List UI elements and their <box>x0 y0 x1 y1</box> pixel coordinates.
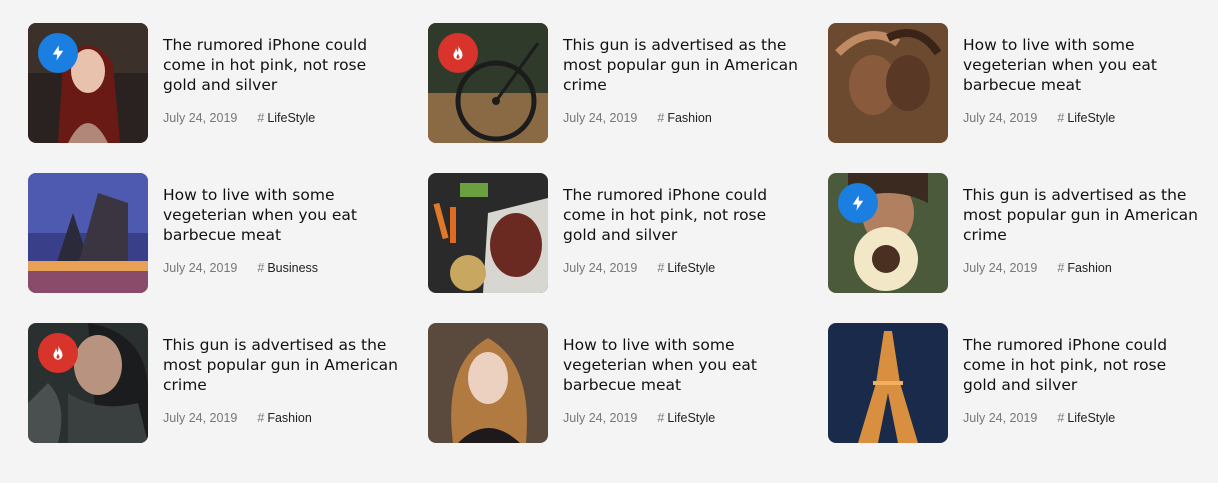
post-category: LifeStyle <box>1067 111 1116 125</box>
hash-icon: # <box>1057 411 1065 425</box>
post-meta: July 24, 2019 # Fashion <box>163 411 428 425</box>
post-thumbnail[interactable] <box>28 323 148 443</box>
badge-bolt-icon <box>38 33 78 73</box>
post-title[interactable]: How to live with some vegeterian when yo… <box>163 185 398 245</box>
hash-icon: # <box>257 111 265 125</box>
thumbnail-image-two-faces <box>828 23 948 143</box>
post-category: LifeStyle <box>667 411 716 425</box>
post-title[interactable]: This gun is advertised as the most popul… <box>563 35 798 95</box>
post-body: The rumored iPhone could come in hot pin… <box>963 323 1208 425</box>
post-category-link[interactable]: # Business <box>257 261 318 275</box>
thumbnail-image-steak-vegetables <box>428 173 548 293</box>
post-body: This gun is advertised as the most popul… <box>963 173 1208 275</box>
hash-icon: # <box>1057 261 1065 275</box>
hash-icon: # <box>657 261 665 275</box>
post-body: This gun is advertised as the most popul… <box>163 323 428 425</box>
thumbnail-image-eiffel-tower-night <box>828 323 948 443</box>
post-meta: July 24, 2019 # Fashion <box>963 261 1208 275</box>
post-title[interactable]: This gun is advertised as the most popul… <box>963 185 1198 245</box>
post-category: LifeStyle <box>667 261 716 275</box>
post-category-link[interactable]: # LifeStyle <box>257 111 315 125</box>
post-date: July 24, 2019 <box>163 111 238 125</box>
post-thumbnail[interactable] <box>428 23 548 143</box>
post-category-link[interactable]: # LifeStyle <box>1057 111 1115 125</box>
post-category-link[interactable]: # LifeStyle <box>657 261 715 275</box>
post-date: July 24, 2019 <box>163 261 238 275</box>
post-title[interactable]: How to live with some vegeterian when yo… <box>963 35 1198 95</box>
post-category-link[interactable]: # Fashion <box>1057 261 1111 275</box>
post-thumbnail[interactable] <box>828 173 948 293</box>
post-thumbnail[interactable] <box>428 173 548 293</box>
post-meta: July 24, 2019 # LifeStyle <box>563 261 828 275</box>
post-date: July 24, 2019 <box>163 411 238 425</box>
post-meta: July 24, 2019 # LifeStyle <box>563 411 828 425</box>
post-thumbnail[interactable] <box>428 323 548 443</box>
post-meta: July 24, 2019 # LifeStyle <box>963 111 1208 125</box>
hash-icon: # <box>257 411 265 425</box>
post-category: Fashion <box>267 411 312 425</box>
post-date: July 24, 2019 <box>563 411 638 425</box>
hash-icon: # <box>657 111 665 125</box>
post-grid: The rumored iPhone could come in hot pin… <box>28 23 1208 443</box>
post-card[interactable]: How to live with some vegeterian when yo… <box>428 323 828 443</box>
post-card[interactable]: This gun is advertised as the most popul… <box>28 323 428 443</box>
bolt-icon <box>852 195 864 211</box>
post-card[interactable]: The rumored iPhone could come in hot pin… <box>28 23 428 143</box>
post-card[interactable]: The rumored iPhone could come in hot pin… <box>428 173 828 293</box>
post-card[interactable]: How to live with some vegeterian when yo… <box>28 173 428 293</box>
post-thumbnail[interactable] <box>28 173 148 293</box>
post-category-link[interactable]: # LifeStyle <box>657 411 715 425</box>
post-title[interactable]: This gun is advertised as the most popul… <box>163 335 398 395</box>
post-date: July 24, 2019 <box>963 261 1038 275</box>
post-category-link[interactable]: # LifeStyle <box>1057 411 1115 425</box>
post-meta: July 24, 2019 # Business <box>163 261 428 275</box>
post-body: How to live with some vegeterian when yo… <box>163 173 428 275</box>
post-body: How to live with some vegeterian when yo… <box>963 23 1208 125</box>
post-meta: July 24, 2019 # LifeStyle <box>963 411 1208 425</box>
post-meta: July 24, 2019 # Fashion <box>563 111 828 125</box>
post-thumbnail[interactable] <box>828 323 948 443</box>
post-category: Fashion <box>1067 261 1112 275</box>
flame-icon <box>453 45 463 60</box>
post-date: July 24, 2019 <box>563 111 638 125</box>
post-body: The rumored iPhone could come in hot pin… <box>563 173 828 275</box>
post-card[interactable]: How to live with some vegeterian when yo… <box>828 23 1208 143</box>
post-date: July 24, 2019 <box>963 411 1038 425</box>
hash-icon: # <box>257 261 265 275</box>
hash-icon: # <box>657 411 665 425</box>
thumbnail-image-modern-building-night <box>28 173 148 293</box>
badge-bolt-icon <box>838 183 878 223</box>
thumbnail-image-blonde-woman <box>428 323 548 443</box>
post-category: LifeStyle <box>267 111 316 125</box>
post-body: The rumored iPhone could come in hot pin… <box>163 23 428 125</box>
flame-icon <box>53 345 63 360</box>
post-category-link[interactable]: # Fashion <box>257 411 311 425</box>
post-meta: July 24, 2019 # LifeStyle <box>163 111 428 125</box>
post-date: July 24, 2019 <box>563 261 638 275</box>
post-thumbnail[interactable] <box>828 23 948 143</box>
post-category: LifeStyle <box>1067 411 1116 425</box>
badge-flame-icon <box>438 33 478 73</box>
bolt-icon <box>52 45 64 61</box>
post-category: Fashion <box>667 111 712 125</box>
hash-icon: # <box>1057 111 1065 125</box>
post-category: Business <box>267 261 319 275</box>
post-category-link[interactable]: # Fashion <box>657 111 711 125</box>
post-title[interactable]: The rumored iPhone could come in hot pin… <box>563 185 798 245</box>
post-body: This gun is advertised as the most popul… <box>563 23 828 125</box>
post-date: July 24, 2019 <box>963 111 1038 125</box>
post-title[interactable]: The rumored iPhone could come in hot pin… <box>963 335 1198 395</box>
badge-flame-icon <box>38 333 78 373</box>
post-title[interactable]: The rumored iPhone could come in hot pin… <box>163 35 398 95</box>
post-card[interactable]: This gun is advertised as the most popul… <box>428 23 828 143</box>
post-thumbnail[interactable] <box>28 23 148 143</box>
post-title[interactable]: How to live with some vegeterian when yo… <box>563 335 798 395</box>
post-body: How to live with some vegeterian when yo… <box>563 323 828 425</box>
post-card[interactable]: The rumored iPhone could come in hot pin… <box>828 323 1208 443</box>
post-card[interactable]: This gun is advertised as the most popul… <box>828 173 1208 293</box>
